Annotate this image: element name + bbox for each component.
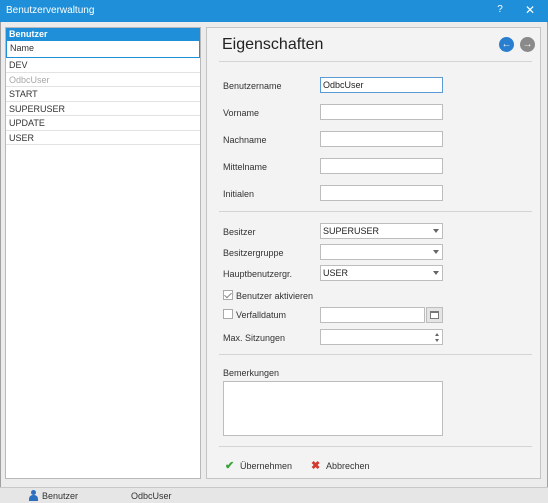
hauptbenutzergruppe-value: USER: [323, 268, 349, 278]
divider: [219, 211, 532, 212]
besitzer-value: SUPERUSER: [323, 226, 380, 236]
benutzer-aktivieren-checkbox[interactable]: [223, 290, 233, 300]
user-list-panel: Benutzer Name DEV OdbcUser START SUPERUSER U…: [5, 27, 201, 479]
verfalldatum-checkbox[interactable]: [223, 309, 233, 319]
hauptbenutzergruppe-select[interactable]: USER: [320, 265, 443, 281]
window-title: Benutzerverwaltung: [6, 5, 95, 16]
properties-title: Eigenschaften: [222, 36, 324, 53]
user-list-header: Benutzer: [6, 28, 200, 41]
vorname-field[interactable]: [320, 104, 443, 120]
chevron-down-icon: [433, 229, 439, 233]
status-bar: Benutzer OdbcUser: [0, 487, 548, 503]
help-button[interactable]: ?: [494, 4, 506, 15]
verfalldatum-field[interactable]: [320, 307, 425, 323]
user-list: DEV OdbcUser START SUPERUSER UPDATE USER: [6, 58, 200, 145]
status-current-user: OdbcUser: [131, 491, 172, 501]
list-item[interactable]: START: [6, 87, 200, 102]
spin-up-icon[interactable]: [435, 333, 439, 336]
status-section-label: Benutzer: [42, 491, 79, 501]
benutzername-field[interactable]: OdbcUser: [320, 77, 443, 93]
list-item[interactable]: DEV: [6, 58, 200, 73]
chevron-down-icon: [433, 250, 439, 254]
back-arrow-icon[interactable]: ←: [499, 37, 514, 52]
list-item[interactable]: OdbcUser: [6, 73, 200, 87]
initialen-field[interactable]: [320, 185, 443, 201]
list-item[interactable]: UPDATE: [6, 116, 200, 131]
mittelname-label: Mittelname: [223, 162, 268, 172]
title-bar: Benutzerverwaltung ? ✕: [0, 0, 548, 22]
mittelname-field[interactable]: [320, 158, 443, 174]
benutzername-label: Benutzername: [223, 81, 282, 91]
calendar-icon: [430, 311, 439, 319]
check-icon: ✔: [225, 460, 235, 472]
close-button[interactable]: ✕: [523, 3, 537, 17]
divider: [219, 61, 532, 62]
bemerkungen-label: Bemerkungen: [223, 368, 280, 378]
spin-down-icon[interactable]: [435, 339, 439, 342]
apply-button[interactable]: ✔ Übernehmen: [225, 459, 297, 473]
bemerkungen-textarea[interactable]: [223, 381, 443, 436]
divider: [219, 354, 532, 355]
nachname-field[interactable]: [320, 131, 443, 147]
hauptbenutzergruppe-label: Hauptbenutzergr.: [223, 269, 293, 279]
besitzer-label: Besitzer: [223, 227, 256, 237]
cancel-button[interactable]: ✖ Abbrechen: [311, 459, 375, 473]
list-item[interactable]: SUPERUSER: [6, 102, 200, 116]
list-item[interactable]: USER: [6, 131, 200, 145]
vorname-label: Vorname: [223, 108, 260, 118]
benutzer-aktivieren-label: Benutzer aktivieren: [236, 291, 314, 301]
initialen-label: Initialen: [223, 189, 255, 199]
besitzergruppe-label: Besitzergruppe: [223, 248, 284, 258]
chevron-down-icon: [433, 271, 439, 275]
max-sitzungen-stepper[interactable]: [320, 329, 443, 345]
forward-arrow-icon[interactable]: →: [520, 37, 535, 52]
verfalldatum-label: Verfalldatum: [236, 310, 287, 320]
cancel-label: Abbrechen: [326, 461, 370, 471]
calendar-button[interactable]: [426, 307, 443, 323]
main-window: Benutzer Name DEV OdbcUser START SUPERUSER U…: [0, 22, 548, 487]
user-icon: [28, 490, 39, 501]
besitzergruppe-select[interactable]: [320, 244, 443, 260]
besitzer-select[interactable]: SUPERUSER: [320, 223, 443, 239]
max-sitzungen-label: Max. Sitzungen: [223, 333, 286, 343]
properties-panel: Eigenschaften ← → Benutzername OdbcUser …: [206, 27, 541, 479]
nachname-label: Nachname: [223, 135, 267, 145]
divider: [219, 446, 532, 447]
apply-label: Übernehmen: [240, 461, 293, 471]
name-column-header[interactable]: Name: [6, 41, 200, 58]
x-icon: ✖: [311, 460, 321, 472]
